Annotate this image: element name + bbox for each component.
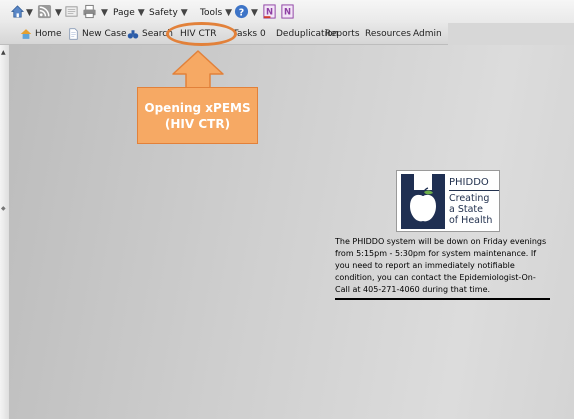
- help-dropdown-arrow[interactable]: ▼: [251, 6, 258, 20]
- nav-reports[interactable]: Reports: [325, 23, 360, 44]
- phiddo-logo: PHIDDO Creating a State of Health: [396, 170, 500, 232]
- left-scrollbar[interactable]: ▲ ◆: [0, 45, 9, 419]
- feeds-dropdown-arrow[interactable]: ▼: [55, 6, 62, 20]
- tools-menu-label: Tools: [200, 8, 223, 18]
- page-menu[interactable]: Page ▼: [113, 6, 145, 20]
- chevron-down-icon: ▼: [225, 8, 233, 18]
- nav-home-label: Home: [35, 28, 62, 39]
- nav-new-case-label: New Case: [82, 28, 127, 39]
- main-content-area: [0, 45, 574, 419]
- print-dropdown-arrow[interactable]: ▼: [101, 6, 108, 20]
- home-icon: [20, 28, 32, 39]
- logo-title: PHIDDO: [449, 177, 499, 191]
- safety-menu-label: Safety: [149, 8, 178, 18]
- scroll-up-icon[interactable]: ▲: [1, 49, 6, 56]
- phiddo-logo-text: PHIDDO Creating a State of Health: [449, 177, 499, 226]
- tools-menu[interactable]: Tools ▼: [200, 6, 232, 20]
- nav-resources[interactable]: Resources: [365, 23, 411, 44]
- callout-box: Opening xPEMS (HIV CTR): [137, 87, 258, 144]
- document-icon: [69, 27, 78, 40]
- nav-new-case[interactable]: New Case: [68, 23, 127, 44]
- nav-home[interactable]: Home: [20, 23, 62, 44]
- logo-tagline-1: Creating: [449, 193, 490, 204]
- page-menu-label: Page: [113, 8, 135, 18]
- nav-reports-label: Reports: [325, 28, 360, 39]
- callout-line-2: (HIV CTR): [164, 116, 231, 131]
- phiddo-apple-h-logo-icon: [401, 174, 445, 229]
- onenote-linked-icon[interactable]: N: [280, 4, 295, 19]
- nav-resources-label: Resources: [365, 28, 411, 39]
- maintenance-notice: The PHIDDO system will be down on Friday…: [335, 236, 550, 300]
- mail-icon[interactable]: [64, 4, 79, 19]
- home-icon[interactable]: [10, 4, 25, 19]
- scroll-grip-icon[interactable]: ◆: [1, 205, 6, 212]
- feeds-icon[interactable]: [37, 4, 52, 19]
- callout-line-1: Opening xPEMS: [144, 100, 251, 115]
- browser-command-bar: ▼ ▼ ▼ Page ▼ Safety ▼ Tools ▼ ? ▼ N N: [0, 0, 574, 23]
- logo-tagline-2: a State: [449, 204, 483, 215]
- hiv-ctr-highlight-ring: [166, 22, 237, 46]
- onenote-icon[interactable]: N: [262, 4, 277, 19]
- print-icon[interactable]: [82, 4, 97, 19]
- svg-text:N: N: [266, 6, 273, 16]
- svg-text:?: ?: [239, 7, 244, 18]
- binoculars-icon: [127, 29, 139, 38]
- nav-admin[interactable]: Admin: [413, 23, 442, 44]
- svg-text:N: N: [284, 6, 291, 16]
- chevron-down-icon: ▼: [180, 8, 188, 18]
- chevron-down-icon: ▼: [137, 8, 145, 18]
- nav-tasks-label: Tasks 0: [233, 28, 266, 39]
- nav-tasks[interactable]: Tasks 0: [233, 23, 266, 44]
- callout-arrow-up-icon: [172, 50, 224, 90]
- help-icon[interactable]: ?: [234, 4, 249, 19]
- safety-menu[interactable]: Safety ▼: [149, 6, 188, 20]
- logo-tagline-3: of Health: [449, 215, 493, 226]
- nav-admin-label: Admin: [413, 28, 442, 39]
- home-dropdown-arrow[interactable]: ▼: [26, 6, 33, 20]
